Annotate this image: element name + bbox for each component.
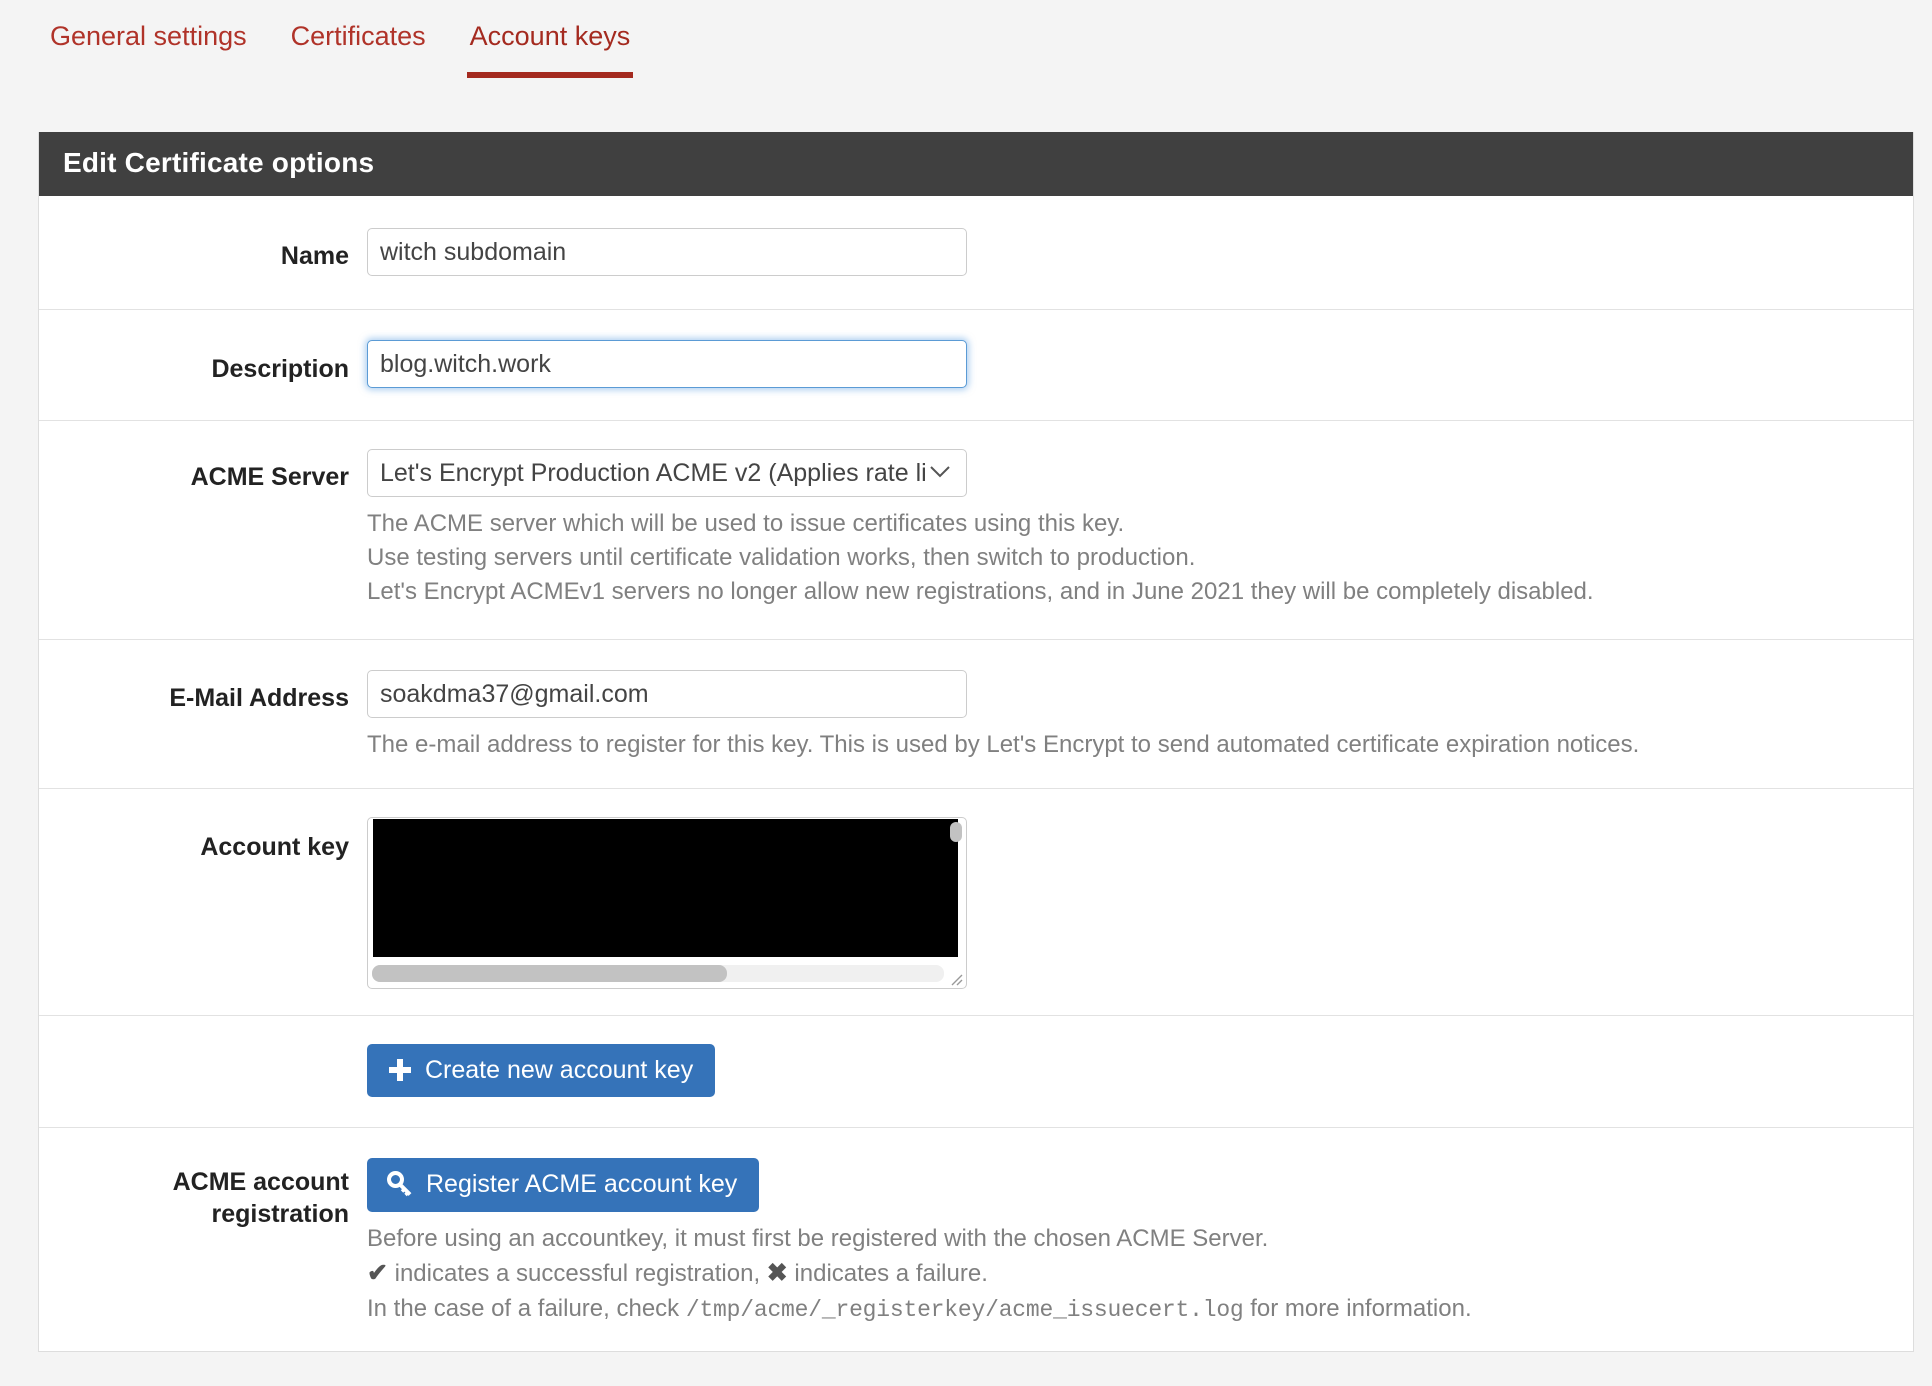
plus-icon: [387, 1057, 413, 1083]
tab-account-keys[interactable]: Account keys: [466, 21, 633, 86]
tab-certificates[interactable]: Certificates: [290, 21, 426, 86]
email-help: The e-mail address to register for this …: [367, 728, 1889, 762]
tab-label: Account keys: [469, 21, 631, 51]
account-key-vertical-scrollbar[interactable]: [950, 822, 962, 843]
acme-server-field-container: Let's Encrypt Production ACME v2 (Applie…: [367, 449, 1913, 609]
cross-icon: ✖: [766, 1259, 788, 1288]
name-input[interactable]: [367, 228, 967, 276]
field-row-create-account-key: Create new account key: [39, 1016, 1913, 1129]
account-key-horizontal-scroll-thumb[interactable]: [372, 965, 727, 983]
edit-certificate-options-card: Edit Certificate options Name Descriptio…: [38, 132, 1914, 1352]
registration-help-line-3-text-a: In the case of a failure, check: [367, 1294, 686, 1322]
card-title: Edit Certificate options: [39, 132, 1913, 196]
acme-registration-label-line-1: ACME account: [172, 1168, 349, 1197]
tab-label: General settings: [50, 21, 247, 51]
create-account-key-container: Create new account key: [367, 1044, 1913, 1098]
field-row-account-key: Account key: [39, 789, 1913, 1017]
acme-registration-label: ACME account registration: [39, 1158, 367, 1230]
description-label: Description: [211, 355, 349, 383]
key-icon: [387, 1171, 414, 1198]
field-row-acme-registration: ACME account registration Register ACME …: [39, 1128, 1913, 1351]
field-row-name: Name: [39, 196, 1913, 310]
check-icon: ✔: [367, 1259, 388, 1288]
registration-log-path: /tmp/acme/_registerkey/acme_issuecert.lo…: [685, 1296, 1244, 1323]
create-new-account-key-button[interactable]: Create new account key: [367, 1044, 716, 1098]
acme-registration-help: Before using an accountkey, it must firs…: [367, 1222, 1889, 1326]
tab-bar: General settings Certificates Account ke…: [0, 0, 1932, 78]
name-field-container: [367, 228, 1913, 276]
registration-help-line-2-text-a: indicates a successful registration,: [387, 1260, 767, 1288]
field-row-acme-server: ACME Server Let's Encrypt Production ACM…: [39, 421, 1913, 641]
account-key-redacted-content: [373, 819, 958, 958]
account-key-horizontal-scrollbar[interactable]: [372, 965, 944, 983]
acme-help-line-1: The ACME server which will be used to is…: [367, 510, 1125, 537]
registration-help-line-2: ✔ indicates a successful registration, ✖…: [367, 1256, 1889, 1292]
field-row-description: Description: [39, 310, 1913, 421]
email-input[interactable]: [367, 670, 967, 719]
acme-registration-label-line-2: registration: [211, 1200, 349, 1229]
resize-handle-icon[interactable]: [947, 970, 963, 986]
acme-server-select[interactable]: Let's Encrypt Production ACME v2 (Applie…: [367, 449, 967, 497]
register-acme-account-key-label: Register ACME account key: [426, 1170, 738, 1199]
description-field-container: [367, 340, 1913, 388]
name-label: Name: [280, 242, 349, 270]
registration-help-line-3-text-b: for more information.: [1243, 1294, 1472, 1322]
email-help-line-1: The e-mail address to register for this …: [367, 731, 1640, 759]
acme-registration-container: Register ACME account key Before using a…: [367, 1158, 1913, 1326]
acme-server-label: ACME Server: [190, 463, 349, 491]
account-key-field-container: [367, 817, 1913, 990]
register-acme-account-key-button[interactable]: Register ACME account key: [367, 1158, 760, 1213]
registration-help-line-2-text-b: indicates a failure.: [787, 1260, 988, 1288]
acme-help-line-2: Use testing servers until certificate va…: [367, 544, 1196, 572]
email-field-container: The e-mail address to register for this …: [367, 670, 1913, 762]
acme-server-select-wrap: Let's Encrypt Production ACME v2 (Applie…: [367, 449, 967, 497]
registration-help-line-3: In the case of a failure, check /tmp/acm…: [367, 1292, 1889, 1327]
tab-label: Certificates: [290, 21, 426, 51]
acme-help-line-3: Let's Encrypt ACMEv1 servers no longer a…: [367, 578, 1594, 606]
description-input[interactable]: [367, 340, 967, 388]
field-row-email: E-Mail Address The e-mail address to reg…: [39, 640, 1913, 790]
acme-server-help: The ACME server which will be used to is…: [367, 507, 1889, 609]
create-new-account-key-label: Create new account key: [425, 1055, 694, 1084]
registration-help-line-1: Before using an accountkey, it must firs…: [367, 1225, 1269, 1253]
tab-general-settings[interactable]: General settings: [50, 21, 247, 86]
account-key-textarea[interactable]: [367, 817, 967, 990]
email-label: E-Mail Address: [169, 684, 349, 713]
account-key-label: Account key: [200, 833, 349, 862]
